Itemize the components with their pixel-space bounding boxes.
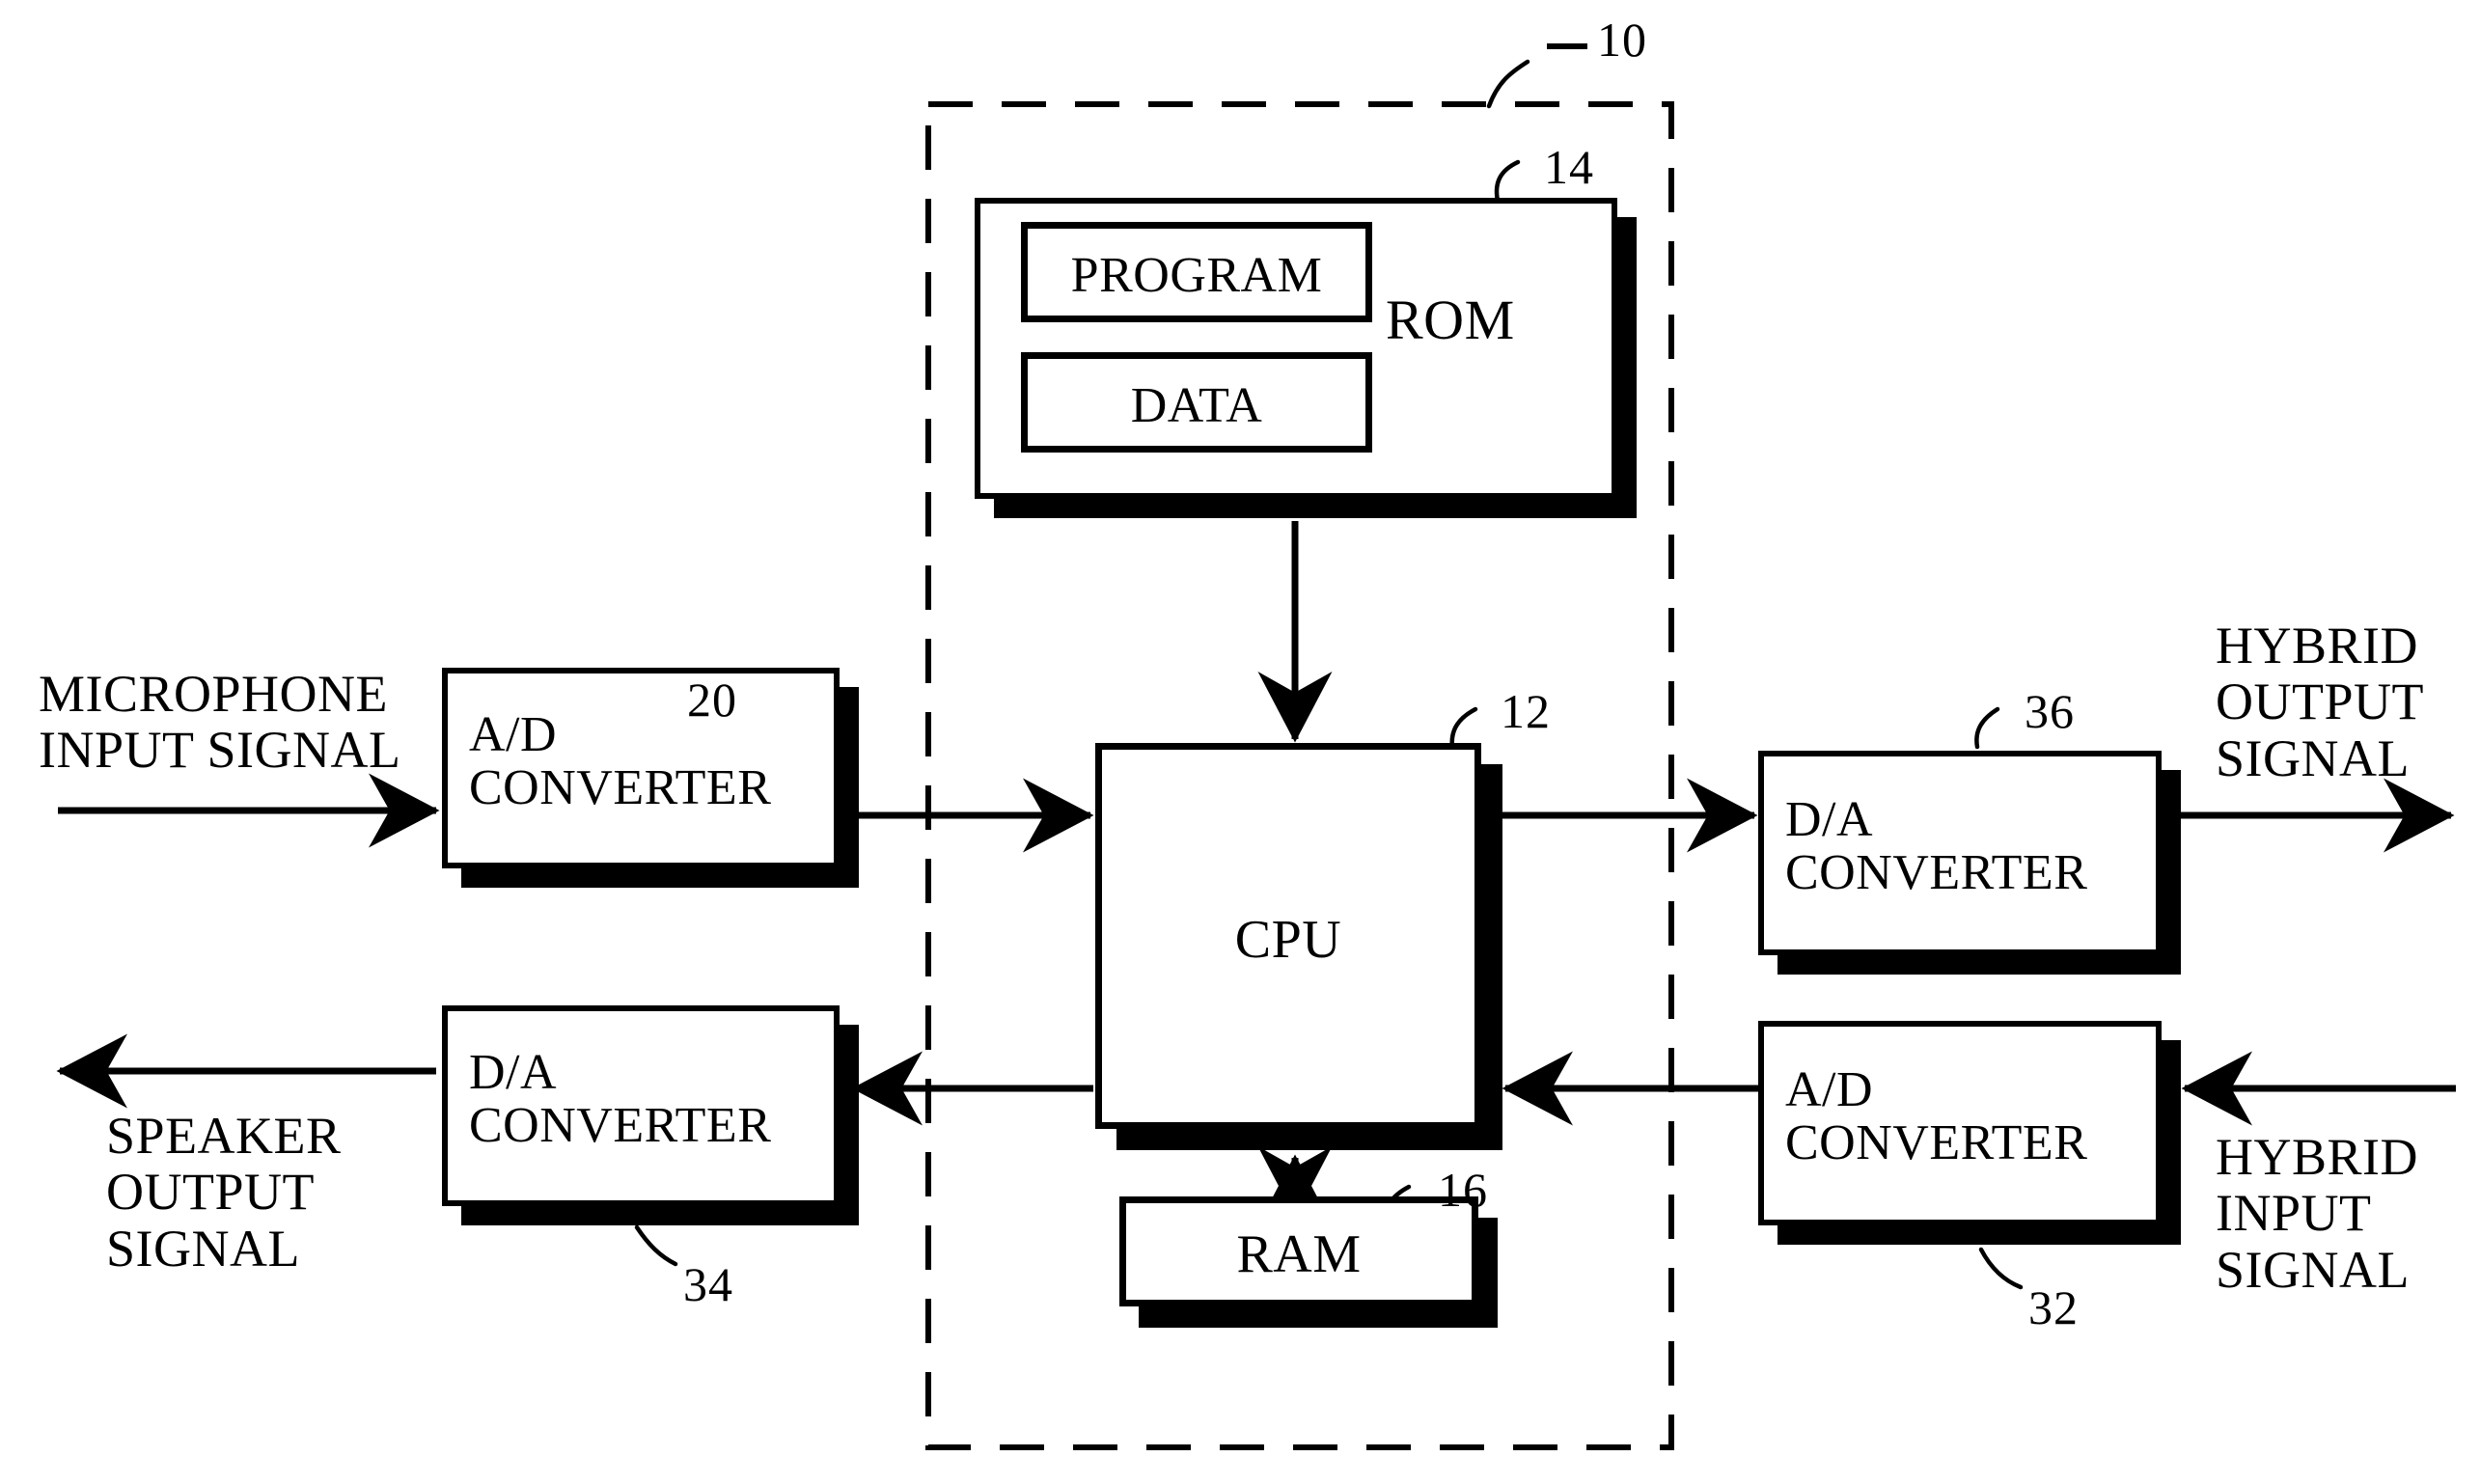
refnum-dac-output-34: 34 — [683, 1257, 733, 1311]
microphone-input-signal-label: MICROPHONE INPUT SIGNAL — [39, 665, 401, 780]
speaker-output-signal-label: SPEAKER OUTPUT SIGNAL — [106, 1107, 342, 1278]
hybrid-output-signal-label: HYBRID OUTPUT SIGNAL — [2216, 617, 2424, 787]
adc-input-block[interactable]: A/D CONVERTER — [442, 668, 840, 868]
dac-hybrid-block[interactable]: D/A CONVERTER — [1758, 751, 2162, 955]
hybrid-input-signal-label: HYBRID INPUT SIGNAL — [2216, 1128, 2419, 1299]
dac-output-block[interactable]: D/A CONVERTER — [442, 1005, 840, 1206]
refnum-adc-input-20: 20 — [687, 673, 737, 727]
adc-hybrid-label: A/D CONVERTER — [1785, 1062, 2088, 1171]
cpu-block[interactable]: CPU — [1095, 743, 1481, 1129]
program-block[interactable]: PROGRAM — [1021, 222, 1372, 322]
dac-hybrid-label: D/A CONVERTER — [1785, 792, 2088, 901]
program-label: PROGRAM — [1070, 248, 1323, 303]
dac-output-label: D/A CONVERTER — [469, 1045, 772, 1154]
rom-label: ROM — [1386, 289, 1515, 351]
cpu-label: CPU — [1234, 910, 1342, 970]
ram-block[interactable]: RAM — [1119, 1196, 1478, 1306]
patent-figure: ROM PROGRAM DATA CPU RAM A/D CONVERTER D… — [0, 0, 2480, 1484]
refnum-cpu-12: 12 — [1501, 684, 1551, 738]
data-block[interactable]: DATA — [1021, 352, 1372, 453]
ram-label: RAM — [1236, 1224, 1362, 1284]
refnum-dac-hybrid-36: 36 — [2025, 684, 2075, 738]
refnum-system-10: 10 — [1597, 13, 1647, 67]
refnum-ram-16: 16 — [1438, 1163, 1488, 1217]
data-label: DATA — [1130, 378, 1263, 433]
refnum-adc-hybrid-32: 32 — [2028, 1280, 2079, 1334]
adc-hybrid-block[interactable]: A/D CONVERTER — [1758, 1021, 2162, 1225]
refnum-rom-14: 14 — [1544, 140, 1594, 194]
